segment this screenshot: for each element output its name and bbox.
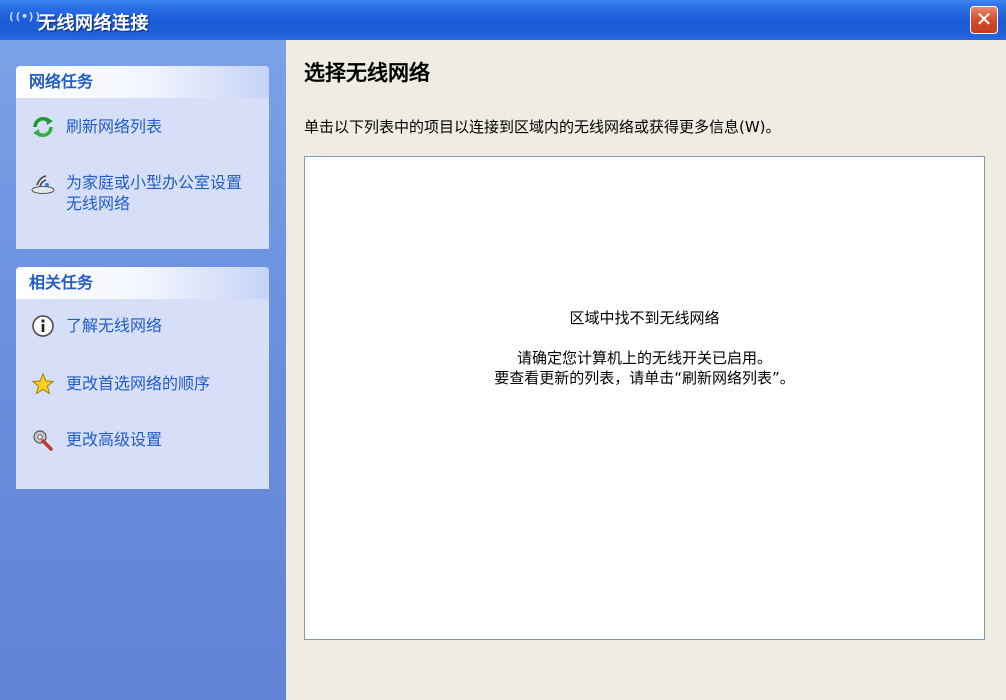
refresh-network-list-link[interactable]: 刷新网络列表: [30, 114, 256, 140]
close-button[interactable]: ✕: [970, 6, 998, 34]
change-preferred-order-link[interactable]: 更改首选网络的顺序: [30, 371, 256, 397]
refresh-network-list-label: 刷新网络列表: [66, 117, 163, 136]
setup-home-wireless-link[interactable]: 为家庭或小型办公室设置无线网络: [30, 170, 256, 214]
switch-hint-text: 请确定您计算机上的无线开关已启用。: [516, 349, 772, 367]
page-title: 选择无线网络: [304, 61, 430, 85]
settings-icon: [30, 427, 56, 453]
task-sidebar: 网络任务 刷新网络列表 为家庭或小型办公室设置无线网络 相关任务 了解无线网络 …: [0, 40, 286, 700]
main-content: 选择无线网络 单击以下列表中的项目以连接到区域内的无线网络或获得更多信息(W)。…: [286, 40, 1006, 700]
network-tasks-header[interactable]: 网络任务: [16, 66, 269, 98]
change-preferred-order-label: 更改首选网络的顺序: [66, 374, 211, 393]
refresh-icon: [30, 114, 56, 140]
network-tasks-panel: 网络任务 刷新网络列表 为家庭或小型办公室设置无线网络: [16, 66, 269, 249]
refresh-hint-text: 要查看更新的列表，请单击“刷新网络列表”。: [494, 369, 795, 387]
related-tasks-panel: 相关任务 了解无线网络 更改首选网络的顺序 更改高级设置: [16, 267, 269, 489]
change-advanced-settings-label: 更改高级设置: [66, 430, 163, 449]
learn-wireless-link[interactable]: 了解无线网络: [30, 313, 256, 339]
instruction-text: 单击以下列表中的项目以连接到区域内的无线网络或获得更多信息(W)。: [304, 118, 781, 136]
related-tasks-header[interactable]: 相关任务: [16, 267, 269, 299]
learn-wireless-label: 了解无线网络: [66, 316, 163, 335]
setup-home-wireless-label: 为家庭或小型办公室设置无线网络: [66, 173, 243, 213]
wireless-network-window: ((•)) 无线网络连接 ✕ 网络任务 刷新网络列表 为家庭或小型办公室设置无线…: [0, 0, 1006, 700]
wireless-network-list[interactable]: 区域中找不到无线网络 请确定您计算机上的无线开关已启用。 要查看更新的列表，请单…: [304, 156, 985, 640]
close-icon: ✕: [975, 7, 993, 31]
wireless-setup-icon: [30, 170, 56, 196]
info-icon: [30, 313, 56, 339]
no-networks-message: 区域中找不到无线网络: [569, 309, 720, 327]
star-icon: [30, 371, 56, 397]
wireless-icon: ((•)): [8, 10, 42, 23]
change-advanced-settings-link[interactable]: 更改高级设置: [30, 427, 256, 453]
title-bar[interactable]: ((•)) 无线网络连接 ✕: [0, 0, 1006, 40]
window-title: 无线网络连接: [38, 13, 149, 34]
